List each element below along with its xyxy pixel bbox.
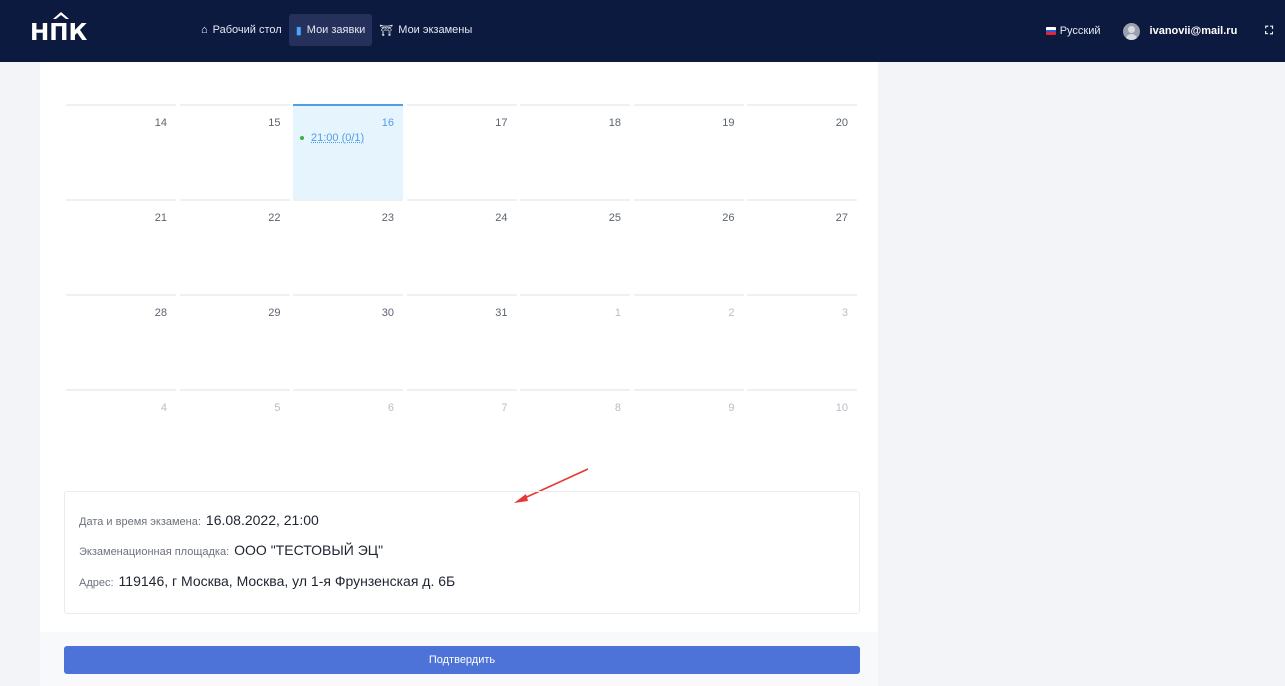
calendar-day-other-month[interactable]: 9	[633, 389, 744, 484]
day-number: 1	[614, 307, 621, 319]
day-number: 14	[154, 117, 167, 129]
exam-datetime-row: Дата и время экзамена: 16.08.2022, 21:00	[79, 512, 319, 528]
nav-item-label: Рабочий стол	[212, 24, 282, 36]
calendar-day-other-month[interactable]: 6	[293, 389, 403, 484]
calendar-day[interactable]: 22	[179, 199, 290, 294]
day-number: 21	[154, 212, 167, 224]
nav-item-dashboard[interactable]: ⌂ Рабочий стол	[194, 14, 289, 46]
exam-address-row: Адрес: 119146, г Москва, Москва, ул 1-я …	[79, 573, 455, 589]
calendar-day-other-month[interactable]: 10	[747, 389, 857, 484]
day-number: 30	[381, 307, 394, 319]
calendar-day[interactable]: 26	[633, 199, 744, 294]
logo-text: НПК	[30, 20, 88, 46]
main-nav: ⌂ Рабочий стол ▮ Мои заявки ⛩ Мои экзаме…	[194, 14, 479, 46]
calendar-day[interactable]: 24	[406, 199, 517, 294]
exam-info-panel: Дата и время экзамена: 16.08.2022, 21:00…	[64, 491, 860, 614]
home-icon: ⌂	[201, 24, 208, 36]
nav-item-label: Мои заявки	[306, 24, 366, 36]
day-number: 17	[495, 117, 508, 129]
top-navbar: НПК ⌂ Рабочий стол ▮ Мои заявки ⛩ Мои эк…	[0, 0, 1285, 62]
day-number: 8	[614, 402, 621, 414]
calendar-day[interactable]: 15	[179, 104, 290, 199]
calendar-week: 4 5 6 7 8 9 10	[66, 389, 860, 484]
calendar-day-other-month[interactable]: 2	[633, 294, 744, 389]
day-number: 20	[835, 117, 848, 129]
day-number: 4	[160, 402, 167, 414]
calendar-day[interactable]: 14	[66, 104, 176, 199]
nav-item-my-exams[interactable]: ⛩ Мои экзамены	[372, 14, 479, 46]
day-number: 25	[608, 212, 621, 224]
calendar-day[interactable]: 20	[747, 104, 857, 199]
nav-item-my-applications[interactable]: ▮ Мои заявки	[288, 14, 373, 46]
university-icon: ⛩	[379, 24, 394, 37]
calendar-event[interactable]: 21:00 (0/1)	[300, 132, 364, 144]
exam-address-label: Адрес:	[79, 577, 114, 589]
nav-item-label: Мои экзамены	[398, 24, 473, 36]
calendar-week: 14 15 16 21:00 (0/1) 17 18 19 20	[66, 104, 860, 199]
logo-roof-icon	[53, 12, 69, 19]
exam-datetime-label: Дата и время экзамена:	[79, 516, 201, 528]
day-number: 31	[495, 307, 508, 319]
day-number: 27	[835, 212, 848, 224]
nav-right: Русский ivanovii@mail.ru ⛶	[1045, 0, 1273, 62]
calendar-day[interactable]: 28	[66, 294, 176, 389]
day-number: 26	[722, 212, 735, 224]
exam-datetime-value: 16.08.2022, 21:00	[205, 512, 319, 528]
calendar-day[interactable]: 29	[179, 294, 290, 389]
calendar-day[interactable]: 31	[406, 294, 517, 389]
document-icon: ▮	[295, 24, 302, 37]
user-email[interactable]: ivanovii@mail.ru	[1150, 25, 1238, 37]
language-selector[interactable]: Русский	[1045, 25, 1101, 37]
day-number: 15	[268, 117, 281, 129]
day-number: 7	[501, 402, 508, 414]
calendar-week: 28 29 30 31 1 2 3	[66, 294, 860, 389]
calendar-day-other-month[interactable]: 3	[747, 294, 857, 389]
exam-venue-value: ООО "ТЕСТОВЫЙ ЭЦ"	[234, 542, 384, 558]
day-number: 10	[835, 402, 848, 414]
calendar-day[interactable]: 30	[293, 294, 403, 389]
exam-venue-label: Экзаменационная площадка:	[79, 546, 230, 558]
calendar-day-other-month[interactable]: 4	[66, 389, 176, 484]
confirm-button[interactable]: Подтвердить	[64, 646, 860, 674]
day-number: 3	[841, 307, 848, 319]
day-number: 2	[728, 307, 735, 319]
calendar-week: 21 22 23 24 25 26 27	[66, 199, 860, 294]
day-number: 5	[274, 402, 281, 414]
avatar[interactable]	[1122, 22, 1140, 40]
fullscreen-icon[interactable]: ⛶	[1265, 25, 1273, 38]
exam-venue-row: Экзаменационная площадка: ООО "ТЕСТОВЫЙ …	[79, 542, 383, 558]
day-number: 28	[154, 307, 167, 319]
language-label: Русский	[1059, 25, 1101, 37]
calendar-day-today[interactable]: 16 21:00 (0/1)	[293, 104, 403, 199]
logo[interactable]: НПК	[30, 12, 90, 48]
day-number: 22	[268, 212, 281, 224]
calendar-grid: 14 15 16 21:00 (0/1) 17 18 19 20 21 22 2…	[66, 104, 860, 484]
calendar-day[interactable]: 21	[66, 199, 176, 294]
event-label: 21:00 (0/1)	[311, 132, 365, 144]
day-number: 6	[387, 402, 394, 414]
day-number: 23	[381, 212, 394, 224]
exam-address-value: 119146, г Москва, Москва, ул 1-я Фрунзен…	[118, 573, 456, 589]
exam-booking-card: 14 15 16 21:00 (0/1) 17 18 19 20 21 22 2…	[40, 62, 878, 686]
day-number: 18	[608, 117, 621, 129]
calendar-day-other-month[interactable]: 5	[179, 389, 290, 484]
calendar-day[interactable]: 25	[520, 199, 630, 294]
calendar-day-other-month[interactable]: 7	[406, 389, 517, 484]
calendar-day-other-month[interactable]: 1	[520, 294, 630, 389]
day-number: 24	[495, 212, 508, 224]
day-number: 9	[728, 402, 735, 414]
calendar-day[interactable]: 23	[293, 199, 403, 294]
event-dot-icon	[300, 136, 304, 140]
calendar-day[interactable]: 27	[747, 199, 857, 294]
day-number: 19	[722, 117, 735, 129]
day-number: 16	[381, 117, 394, 129]
calendar-day[interactable]: 18	[520, 104, 630, 199]
calendar-day[interactable]: 17	[406, 104, 517, 199]
russian-flag-icon	[1045, 27, 1056, 35]
calendar-day[interactable]: 19	[633, 104, 744, 199]
day-number: 29	[268, 307, 281, 319]
